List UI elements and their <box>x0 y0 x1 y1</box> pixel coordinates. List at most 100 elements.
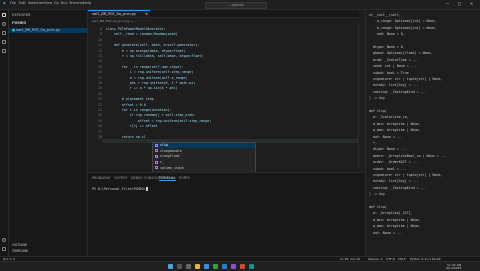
code-line[interactable]: offset = rng.uniform(self.step_range) <box>106 119 211 123</box>
suggestion-label: column_stack <box>160 165 184 170</box>
outline-section[interactable]: OUTLINE <box>12 243 27 247</box>
function-kind-icon <box>155 166 158 170</box>
line-number: 22 <box>98 102 102 107</box>
code-line[interactable]: r = np.full(data, self.base, dtype=float… <box>106 54 203 58</box>
line-number: 17 <box>98 75 102 80</box>
code-line[interactable]: self._rand = random.Random(seed) <box>106 32 178 36</box>
app-icon[interactable] <box>231 264 236 269</box>
signature-line: where: _ArrayLikeBool_co | None = ... <box>369 153 447 158</box>
menu-selection[interactable]: Selection <box>28 1 44 5</box>
menu-go[interactable]: Go <box>54 1 59 5</box>
close-tab-icon[interactable]: ✕ <box>145 11 148 17</box>
workspace-folder[interactable]: PGMEO <box>12 21 26 25</box>
signature-line: ) -> Any <box>369 96 385 101</box>
line-number: 8 <box>100 27 102 31</box>
signature-line: casting: _CastingKind = ... <box>369 89 427 94</box>
code-line[interactable]: return np.cl <box>106 135 146 139</box>
code-line[interactable]: offset = 0.0 <box>106 103 146 107</box>
suggestion-label: clip <box>160 143 168 147</box>
extensions-icon[interactable] <box>2 49 6 53</box>
gear-icon[interactable] <box>2 247 6 251</box>
code-line[interactable]: if rng.random() < self.step_prob: <box>106 113 196 117</box>
line-number: 19 <box>98 86 102 91</box>
tab-problems[interactable]: PROBLEMS <box>92 176 110 180</box>
signature-line: extobj: list[Any] = ... <box>369 179 419 184</box>
clock-date[interactable]: 9/14/2023 <box>446 266 461 270</box>
vscode-icon[interactable] <box>222 264 227 269</box>
account-icon[interactable] <box>2 238 6 242</box>
suggestion-item[interactable]: clongfloat <box>153 154 255 159</box>
maximize-icon[interactable]: □ <box>458 1 461 7</box>
code-line[interactable]: r[t] += offset <box>106 124 158 128</box>
code-line[interactable]: class PGTaPowerModelGenerator: <box>106 27 166 31</box>
timeline-section[interactable]: TIMELINE <box>12 249 28 253</box>
signature-line: a_min: ArrayLike | None, <box>369 121 421 126</box>
explorer-sidebar: EXPLORER PGMEO ● sar1_BR_PGT_Sa_pr.m.py … <box>9 10 88 256</box>
file-explorer-icon[interactable] <box>195 264 200 269</box>
function-kind-icon <box>155 160 158 164</box>
menu-run[interactable]: Run <box>61 1 68 5</box>
python-file-icon: ● <box>12 28 16 32</box>
signature-line: a_min: ArrayLike | None, <box>369 217 421 222</box>
function-kind-icon <box>155 154 158 158</box>
line-number: 23 <box>98 108 102 112</box>
menu-help[interactable]: Help <box>83 1 91 5</box>
editor-tabs: sar1_BR_PGT_Sa_pr.m.py ✕ <box>88 10 358 18</box>
app-icon[interactable] <box>249 264 254 269</box>
code-line[interactable]: a = rng.uniform(self.a_range) <box>106 76 188 80</box>
menu-edit[interactable]: Edit <box>19 1 26 5</box>
code-line[interactable]: r += a * np.sin(k * phi) <box>106 86 178 90</box>
suggestion-item[interactable]: c_ <box>153 160 255 165</box>
file-item[interactable]: ● sar1_BR_PGT_Sa_pr.m.py <box>9 28 87 33</box>
search-icon[interactable] <box>177 264 182 269</box>
menu-view[interactable]: View <box>44 1 52 5</box>
source-control-icon[interactable] <box>2 31 6 35</box>
explorer-icon[interactable] <box>2 13 6 17</box>
signature-line: a_max: ArrayLike | None, <box>369 128 421 133</box>
tab-ports[interactable]: PORTS <box>179 176 190 180</box>
code-line[interactable]: k = np.arange(data, dtype=float) <box>106 49 186 53</box>
signature-line: a: _ArrayLike[_SCT], <box>369 211 413 216</box>
command-center-search[interactable]: ⌕ pgmeo <box>205 2 267 9</box>
menu-file[interactable]: File <box>10 1 16 5</box>
tab-output[interactable]: OUTPUT <box>114 176 127 180</box>
suggestion-label: clongdouble <box>160 148 182 153</box>
search-text: pgmeo <box>231 3 244 7</box>
app-icon[interactable] <box>240 264 245 269</box>
edge-icon[interactable] <box>204 264 209 269</box>
signature-line: def clip( <box>369 109 387 113</box>
vscode-logo-icon[interactable]: ◆ <box>3 1 6 5</box>
terminal-prompt[interactable]: PS D:\Personal_Files\PGMEO> <box>92 187 148 191</box>
suggestion-item[interactable]: clip <box>153 143 255 148</box>
code-line[interactable]: i = rng.uniform(self.step_range) <box>106 70 194 74</box>
code-line[interactable]: phi = rng.uniform(0, 2 * math.pi) <box>106 81 196 85</box>
code-line[interactable]: for _ in range(self.num_steps): <box>106 65 184 69</box>
search-icon[interactable] <box>2 22 6 26</box>
signature-line: b_range: Optional[int] = None, <box>369 25 437 30</box>
start-icon[interactable] <box>168 264 173 269</box>
line-number: 27 <box>98 129 102 134</box>
activity-bar <box>0 10 9 256</box>
chrome-icon[interactable] <box>213 264 218 269</box>
task-view-icon[interactable] <box>186 264 191 269</box>
signature-line: st__init__(self, <box>369 13 401 17</box>
tab-terminal[interactable]: TERMINAL <box>159 176 176 181</box>
terminal-cursor <box>145 187 148 191</box>
line-number: 13 <box>98 54 102 58</box>
file-name: sar1_BR_PGT_Sa_pr.m.py <box>16 28 60 32</box>
close-icon[interactable]: ✕ <box>470 1 473 7</box>
minimize-icon[interactable]: — <box>446 1 449 7</box>
menu-terminal[interactable]: Terminal <box>69 1 84 5</box>
tab-debug-console[interactable]: DEBUG CONSOLE <box>131 176 160 180</box>
suggestion-item[interactable]: column_stack <box>153 166 255 171</box>
signature-line: order: _OrderKACF = ... <box>369 160 419 165</box>
suggestion-label: clongfloat <box>160 154 180 159</box>
signature-line: casting: _CastingKind = ... <box>369 185 427 190</box>
tab-active-file[interactable]: sar1_BR_PGT_Sa_pr.m.py ✕ <box>88 10 150 17</box>
suggestion-item[interactable]: clongdouble <box>153 149 255 154</box>
code-line[interactable]: def generate(self, data, k=self.generato… <box>106 43 199 47</box>
signature-line: extobj: list[Any] = ... <box>369 83 419 88</box>
run-debug-icon[interactable] <box>2 40 6 44</box>
code-line[interactable]: # placement step <box>106 97 154 101</box>
code-line[interactable]: for t in range(duration): <box>106 108 172 112</box>
